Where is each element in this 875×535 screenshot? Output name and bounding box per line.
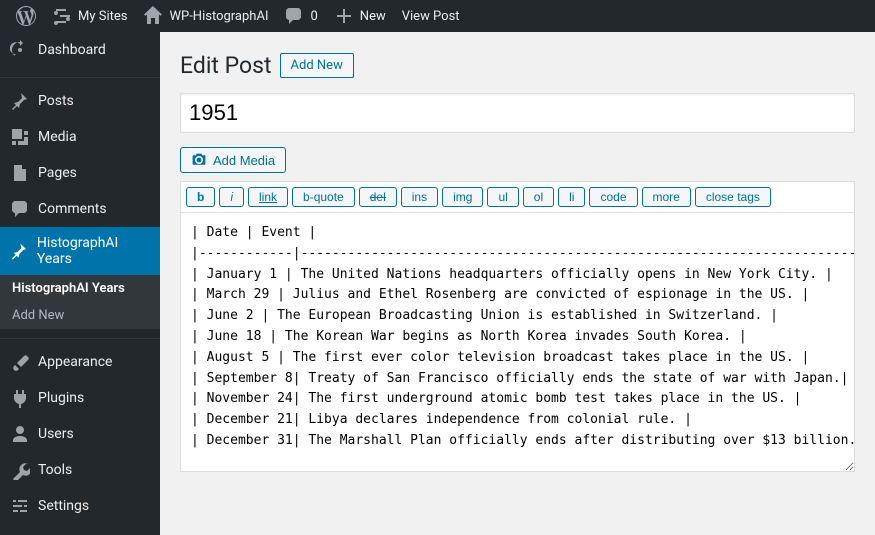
submenu-all[interactable]: HistographAI Years — [0, 275, 160, 302]
new-label: New — [360, 9, 386, 24]
new-content[interactable]: New — [326, 0, 394, 32]
sliders-icon — [10, 496, 30, 516]
qt-more[interactable]: more — [642, 187, 691, 207]
admin-bar: My Sites WP-HistographAI 0 New View Post — [0, 0, 875, 32]
home-icon — [143, 6, 163, 26]
comment-icon — [284, 6, 304, 26]
admin-menu: Dashboard Posts Media Pages Comments His… — [0, 32, 160, 535]
plugin-icon — [10, 388, 30, 408]
network-icon — [52, 6, 72, 26]
menu-plugins[interactable]: Plugins — [0, 380, 160, 416]
site-name-label: WP-HistographAI — [169, 9, 268, 24]
submenu-add-new[interactable]: Add New — [0, 302, 160, 329]
add-media-button[interactable]: Add Media — [180, 147, 286, 173]
wp-logo[interactable] — [8, 0, 44, 32]
qt-link[interactable]: link — [248, 187, 288, 207]
menu-comments[interactable]: Comments — [0, 191, 160, 227]
pin-icon — [10, 241, 29, 261]
menu-pages[interactable]: Pages — [0, 155, 160, 191]
main-content: Edit Post Add New Add Media b i link b-q… — [160, 32, 875, 535]
comments-link[interactable]: 0 — [276, 0, 325, 32]
quicktags-toolbar: b i link b-quote del ins img ul ol li co… — [180, 181, 855, 212]
wordpress-icon — [16, 6, 36, 26]
media-icon — [10, 127, 30, 147]
my-sites[interactable]: My Sites — [44, 0, 135, 32]
qt-del[interactable]: del — [359, 187, 397, 207]
qt-ol[interactable]: ol — [523, 187, 554, 207]
menu-posts[interactable]: Posts — [0, 83, 160, 119]
qt-italic[interactable]: i — [219, 187, 244, 207]
menu-settings[interactable]: Settings — [0, 488, 160, 524]
menu-media[interactable]: Media — [0, 119, 160, 155]
page-icon — [10, 163, 30, 183]
brush-icon — [10, 352, 30, 372]
view-post[interactable]: View Post — [394, 0, 468, 32]
menu-dashboard[interactable]: Dashboard — [0, 32, 160, 68]
menu-appearance[interactable]: Appearance — [0, 344, 160, 380]
qt-code[interactable]: code — [589, 187, 637, 207]
qt-bold[interactable]: b — [186, 187, 215, 207]
qt-img[interactable]: img — [442, 187, 483, 207]
pin-icon — [10, 91, 30, 111]
menu-users[interactable]: Users — [0, 416, 160, 452]
qt-close[interactable]: close tags — [695, 187, 771, 207]
wrench-icon — [10, 460, 30, 480]
comments-count: 0 — [310, 9, 317, 24]
post-title-input[interactable] — [180, 93, 855, 133]
menu-histographai[interactable]: HistographAI Years — [0, 227, 160, 275]
qt-ul[interactable]: ul — [487, 187, 518, 207]
qt-ins[interactable]: ins — [401, 187, 438, 207]
submenu-histographai: HistographAI Years Add New — [0, 275, 160, 329]
post-content-editor[interactable] — [180, 212, 855, 472]
my-sites-label: My Sites — [78, 9, 127, 24]
menu-tools[interactable]: Tools — [0, 452, 160, 488]
dashboard-icon — [10, 40, 30, 60]
page-heading: Edit Post — [180, 52, 272, 79]
add-new-button[interactable]: Add New — [280, 53, 354, 78]
qt-li[interactable]: li — [558, 187, 585, 207]
camera-icon — [191, 152, 207, 168]
qt-bquote[interactable]: b-quote — [292, 187, 355, 207]
site-name[interactable]: WP-HistographAI — [135, 0, 276, 32]
comments-icon — [10, 199, 30, 219]
plus-icon — [334, 6, 354, 26]
view-post-label: View Post — [402, 9, 460, 24]
user-icon — [10, 424, 30, 444]
